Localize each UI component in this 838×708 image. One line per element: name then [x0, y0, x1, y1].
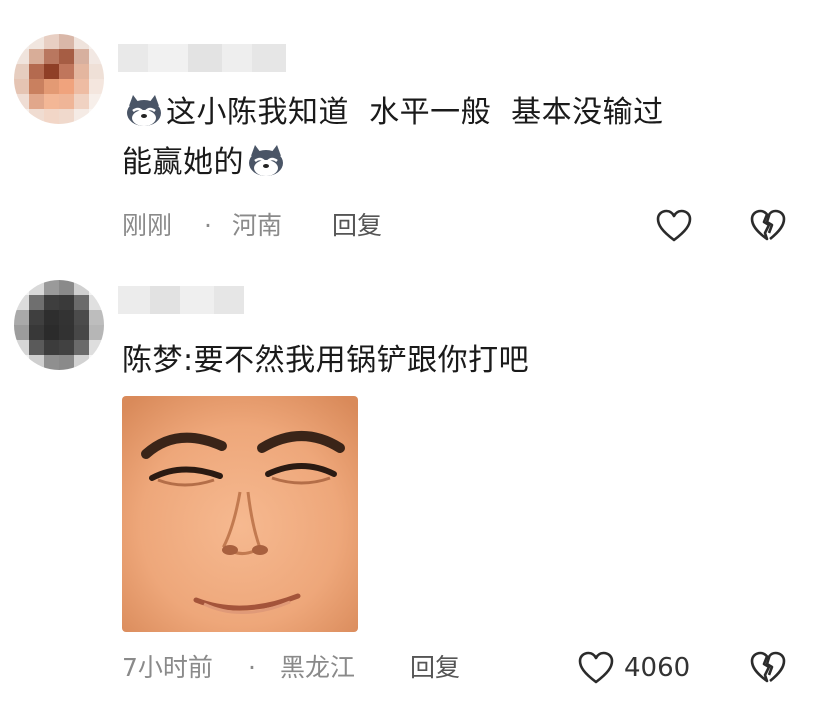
heart-outline-icon	[574, 646, 618, 690]
like-button[interactable]: 4060	[574, 646, 690, 690]
reply-button[interactable]: 回复	[332, 210, 382, 242]
like-count: 4060	[624, 653, 691, 683]
husky-dog-emoji-icon	[127, 95, 161, 126]
comment-item: 陈梦:要不然我用锅铲跟你打吧 7小时前 · 黑龙江 回复 4060	[0, 262, 838, 708]
comment-meta: 刚刚 · 河南 回复	[122, 204, 802, 248]
meta-separator: ·	[248, 653, 256, 682]
heart-outline-icon	[652, 204, 696, 248]
comment-location: 黑龙江	[280, 653, 356, 682]
avatar[interactable]	[14, 280, 104, 370]
comment-text-line2: 能赢她的	[122, 145, 244, 180]
broken-heart-icon[interactable]	[746, 646, 790, 690]
comment-item: 这小陈我知道 水平一般 基本没输过 能赢她的 刚刚 · 河南 回复	[0, 0, 838, 262]
username-blurred[interactable]	[118, 44, 286, 72]
comment-line: 能赢她的	[122, 138, 802, 188]
comment-text: 这小陈我知道 水平一般 基本没输过 能赢她的	[122, 88, 802, 188]
comment-time: 7小时前	[122, 653, 213, 682]
smirking-face-sticker[interactable]	[122, 396, 358, 632]
comment-list: 这小陈我知道 水平一般 基本没输过 能赢她的 刚刚 · 河南 回复 陈梦:要不然…	[0, 0, 838, 708]
like-button[interactable]	[652, 204, 696, 248]
comment-meta: 7小时前 · 黑龙江 回复 4060	[122, 646, 802, 690]
reply-button[interactable]: 回复	[410, 652, 460, 684]
broken-heart-icon[interactable]	[746, 204, 790, 248]
husky-dog-emoji-icon	[249, 145, 283, 176]
avatar[interactable]	[14, 34, 104, 124]
comment-text-line1: 陈梦:要不然我用锅铲跟你打吧	[122, 343, 530, 378]
comment-time: 刚刚	[122, 211, 173, 240]
comment-line: 这小陈我知道 水平一般 基本没输过	[122, 88, 802, 138]
comment-location: 河南	[232, 211, 283, 240]
comment-text: 陈梦:要不然我用锅铲跟你打吧	[122, 336, 802, 386]
username-blurred[interactable]	[118, 286, 244, 314]
comment-text-line1: 这小陈我知道 水平一般 基本没输过	[166, 95, 664, 130]
meta-separator: ·	[204, 211, 212, 240]
